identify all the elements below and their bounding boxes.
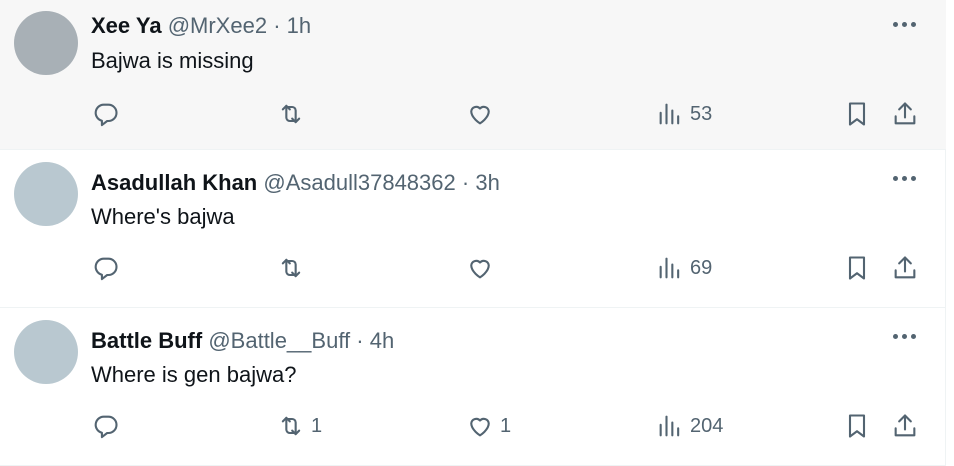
heart-icon: [466, 100, 494, 128]
retweet-button[interactable]: 1: [277, 408, 322, 444]
bookmark-button[interactable]: [843, 96, 871, 132]
retweet-icon: [277, 412, 305, 440]
more-icon[interactable]: [892, 332, 918, 342]
bookmark-icon: [843, 254, 871, 282]
views-icon: [656, 100, 684, 128]
share-icon: [891, 254, 919, 282]
timestamp[interactable]: 3h: [475, 170, 499, 195]
avatar[interactable]: [14, 320, 78, 384]
author-name[interactable]: Asadullah Khan: [91, 170, 257, 195]
tweet-text: Bajwa is missing: [91, 48, 254, 73]
views-icon: [656, 412, 684, 440]
tweet[interactable]: Asadullah Khan @Asadull37848362 · 3h Whe…: [0, 150, 946, 308]
like-count: 1: [500, 415, 512, 437]
separator: ·: [461, 170, 470, 195]
tweet[interactable]: Battle Buff @Battle__Buff · 4h Where is …: [0, 308, 946, 466]
like-button[interactable]: [466, 96, 500, 132]
reply-icon: [92, 100, 120, 128]
avatar[interactable]: [14, 162, 78, 226]
views-icon: [656, 254, 684, 282]
author-handle[interactable]: @MrXee2: [168, 13, 267, 38]
views-button[interactable]: 53: [656, 96, 712, 132]
views-count: 69: [690, 257, 713, 279]
action-bar: 53: [0, 96, 946, 132]
more-icon[interactable]: [892, 20, 918, 30]
heart-icon: [466, 254, 494, 282]
retweet-count: 1: [311, 415, 323, 437]
bookmark-icon: [843, 100, 871, 128]
more-icon[interactable]: [892, 174, 918, 184]
views-count: 53: [690, 103, 713, 125]
timestamp[interactable]: 4h: [370, 328, 394, 353]
tweet-header: Battle Buff @Battle__Buff · 4h: [91, 326, 394, 356]
retweet-button[interactable]: [277, 250, 311, 286]
share-icon: [891, 412, 919, 440]
views-button[interactable]: 204: [656, 408, 723, 444]
tweet[interactable]: Xee Ya @MrXee2 · 1h Bajwa is missing 53: [0, 0, 946, 150]
retweet-icon: [277, 254, 305, 282]
separator: ·: [273, 13, 281, 38]
share-icon: [891, 100, 919, 128]
retweet-icon: [277, 100, 305, 128]
like-button[interactable]: 1: [466, 408, 511, 444]
tweet-header: Asadullah Khan @Asadull37848362 · 3h: [91, 168, 500, 198]
separator: ·: [356, 328, 364, 353]
heart-icon: [466, 412, 494, 440]
author-name[interactable]: Battle Buff: [91, 328, 202, 353]
tweet-header: Xee Ya @MrXee2 · 1h: [91, 11, 311, 41]
bookmark-button[interactable]: [843, 250, 871, 286]
share-button[interactable]: [891, 96, 919, 132]
author-handle[interactable]: @Asadull37848362: [263, 170, 455, 195]
share-button[interactable]: [891, 250, 919, 286]
like-button[interactable]: [466, 250, 500, 286]
views-button[interactable]: 69: [656, 250, 712, 286]
reply-feed: Xee Ya @MrXee2 · 1h Bajwa is missing 53 …: [0, 0, 946, 466]
author-handle[interactable]: @Battle__Buff: [208, 328, 350, 353]
avatar[interactable]: [14, 11, 78, 75]
bookmark-icon: [843, 412, 871, 440]
retweet-button[interactable]: [277, 96, 311, 132]
action-bar: 69: [0, 250, 946, 286]
share-button[interactable]: [891, 408, 919, 444]
reply-button[interactable]: [92, 250, 126, 286]
reply-icon: [92, 254, 120, 282]
reply-button[interactable]: [92, 408, 126, 444]
timestamp[interactable]: 1h: [287, 13, 311, 38]
tweet-text: Where's bajwa: [91, 204, 235, 229]
reply-icon: [92, 412, 120, 440]
reply-button[interactable]: [92, 96, 126, 132]
tweet-text: Where is gen bajwa?: [91, 362, 297, 387]
views-count: 204: [690, 415, 724, 437]
author-name[interactable]: Xee Ya: [91, 13, 162, 38]
action-bar: 1 1 204: [0, 408, 946, 444]
bookmark-button[interactable]: [843, 408, 871, 444]
